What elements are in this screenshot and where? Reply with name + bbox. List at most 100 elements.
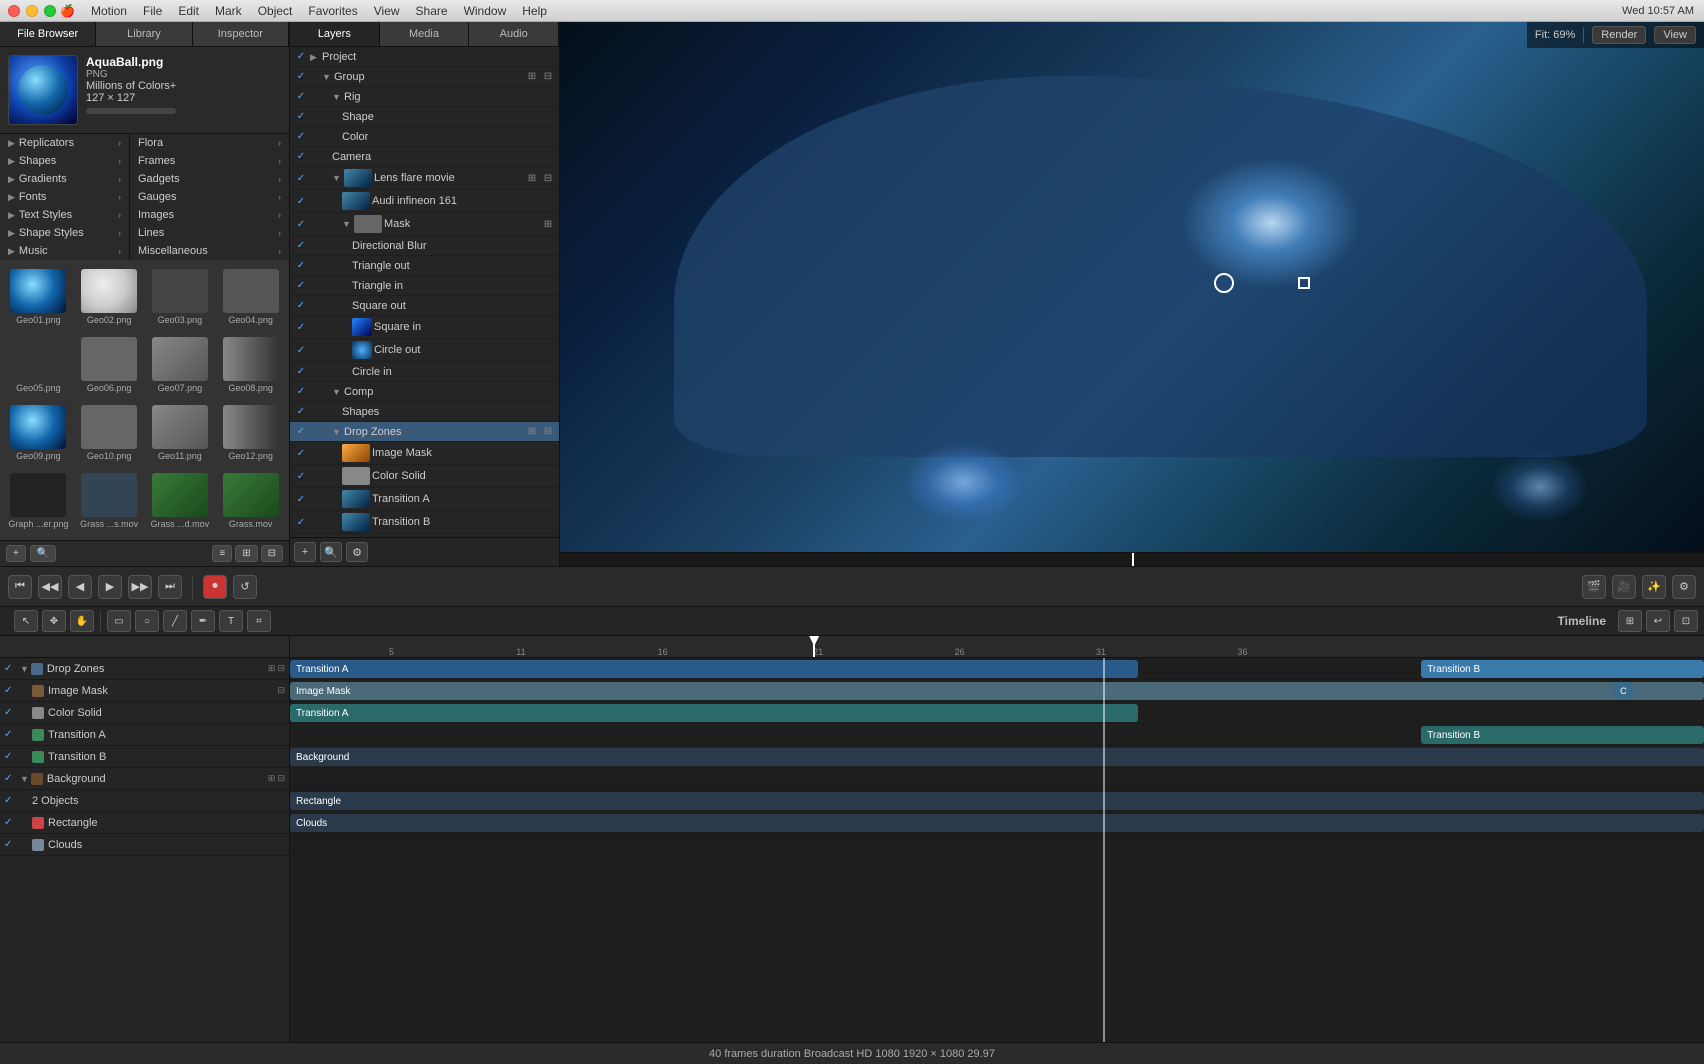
- thumb-item-8[interactable]: Geo09.png: [4, 400, 73, 466]
- tl-check[interactable]: ✓: [4, 795, 18, 806]
- layer-check[interactable]: ✓: [294, 217, 308, 231]
- layer-disclosure[interactable]: ▼: [322, 72, 332, 82]
- maximize-button[interactable]: [44, 5, 56, 17]
- lib-fonts[interactable]: ▶ Fonts ›: [0, 188, 129, 206]
- layer-color[interactable]: ✓ Color: [290, 127, 559, 147]
- thumb-item-15[interactable]: Grass.mov: [216, 468, 285, 534]
- thumb-item-14[interactable]: Grass ...d.mov: [146, 468, 215, 534]
- tl-check[interactable]: ✓: [4, 817, 18, 828]
- layer-disclosure[interactable]: ▼: [342, 219, 352, 229]
- layer-transition-b[interactable]: ✓ Transition B: [290, 511, 559, 534]
- tl-label-drop-zones[interactable]: ✓ ▼ Drop Zones ⊞ ⊟: [0, 658, 289, 680]
- thumb-item-2[interactable]: Geo03.png: [146, 264, 215, 330]
- list-view-button[interactable]: ≡: [212, 545, 232, 562]
- add-layer-button[interactable]: +: [294, 542, 316, 562]
- layer-check[interactable]: ✓: [294, 385, 308, 399]
- menu-view[interactable]: View: [374, 4, 400, 18]
- tab-layers[interactable]: Layers: [290, 22, 380, 46]
- bar-transition-a-sub[interactable]: Transition A: [290, 704, 1138, 722]
- thumb-item-6[interactable]: Geo07.png: [146, 332, 215, 398]
- circle-tool[interactable]: ○: [135, 610, 159, 632]
- loop-region-button[interactable]: ↩: [1646, 610, 1670, 632]
- layer-check[interactable]: ✓: [294, 70, 308, 84]
- tl-check[interactable]: ✓: [4, 729, 18, 740]
- thumb-item-5[interactable]: Geo06.png: [75, 332, 144, 398]
- layer-group[interactable]: ✓ ▼ Group ⊞ ⊟: [290, 67, 559, 87]
- layer-tri-out[interactable]: ✓ Triangle out: [290, 256, 559, 276]
- thumb-item-12[interactable]: Graph ...er.png: [4, 468, 73, 534]
- tl-check[interactable]: ✓: [4, 773, 18, 784]
- tab-media[interactable]: Media: [380, 22, 470, 46]
- thumb-item-11[interactable]: Geo12.png: [216, 400, 285, 466]
- tl-check[interactable]: ✓: [4, 663, 18, 674]
- layer-project[interactable]: ✓ ▶ Project: [290, 47, 559, 67]
- menu-help[interactable]: Help: [522, 4, 547, 18]
- pan-tool[interactable]: ✋: [70, 610, 94, 632]
- settings-button[interactable]: ⚙: [346, 542, 368, 562]
- tl-label-transition-a[interactable]: ✓ Transition A: [0, 724, 289, 746]
- select-tool[interactable]: ↖: [14, 610, 38, 632]
- layer-rig[interactable]: ✓ ▼ Rig: [290, 87, 559, 107]
- add-behavior-button[interactable]: 🎬: [1582, 575, 1606, 599]
- bar-clouds[interactable]: Clouds: [290, 814, 1704, 832]
- lib-gauges[interactable]: Gauges ›: [130, 188, 289, 206]
- lib-text-styles[interactable]: ▶ Text Styles ›: [0, 206, 129, 224]
- thumb-item-7[interactable]: Geo08.png: [216, 332, 285, 398]
- layer-check[interactable]: ✓: [294, 343, 308, 357]
- tl-label-color-solid[interactable]: ✓ Color Solid: [0, 702, 289, 724]
- disclosure[interactable]: ▼: [20, 774, 29, 784]
- layer-audi[interactable]: ✓ Audi infineon 161: [290, 190, 559, 213]
- go-to-end-button[interactable]: ⏭: [158, 575, 182, 599]
- layer-shape[interactable]: ✓ Shape: [290, 107, 559, 127]
- large-grid-button[interactable]: ⊟: [261, 545, 283, 562]
- tl-label-background[interactable]: ✓ ▼ Background ⊞ ⊟: [0, 768, 289, 790]
- layer-tri-in[interactable]: ✓ Triangle in: [290, 276, 559, 296]
- text-tool[interactable]: T: [219, 610, 243, 632]
- tl-label-2-objects[interactable]: ✓ 2 Objects: [0, 790, 289, 812]
- record-button[interactable]: ⏺: [203, 575, 227, 599]
- bar-transition-b[interactable]: Transition B: [1421, 660, 1704, 678]
- tl-label-transition-b[interactable]: ✓ Transition B: [0, 746, 289, 768]
- line-tool[interactable]: ╱: [163, 610, 187, 632]
- control-point-1[interactable]: [1214, 273, 1234, 293]
- thumb-item-1[interactable]: Geo02.png: [75, 264, 144, 330]
- disclosure[interactable]: ▼: [20, 664, 29, 674]
- tab-audio[interactable]: Audio: [469, 22, 559, 46]
- menu-mark[interactable]: Mark: [215, 4, 242, 18]
- layer-check[interactable]: ✓: [294, 279, 308, 293]
- tab-library[interactable]: Library: [96, 22, 192, 46]
- layer-circle-out[interactable]: ✓ Circle out: [290, 339, 559, 362]
- add-button[interactable]: +: [6, 545, 26, 562]
- layer-check[interactable]: ✓: [294, 90, 308, 104]
- transform-tool[interactable]: ✥: [42, 610, 66, 632]
- lib-lines[interactable]: Lines ›: [130, 224, 289, 242]
- lib-images[interactable]: Images ›: [130, 206, 289, 224]
- menu-favorites[interactable]: Favorites: [308, 4, 357, 18]
- render-button[interactable]: Render: [1592, 26, 1646, 44]
- lib-shapes[interactable]: ▶ Shapes ›: [0, 152, 129, 170]
- view-button[interactable]: View: [1654, 26, 1696, 44]
- layer-sq-out[interactable]: ✓ Square out: [290, 296, 559, 316]
- layer-check[interactable]: ✓: [294, 150, 308, 164]
- search-layers-button[interactable]: 🔍: [320, 542, 342, 562]
- lib-replicators[interactable]: ▶ Replicators ›: [0, 134, 129, 152]
- lib-miscellaneous[interactable]: Miscellaneous ›: [130, 242, 289, 260]
- close-button[interactable]: [8, 5, 20, 17]
- layer-circle-in[interactable]: ✓ Circle in: [290, 362, 559, 382]
- menu-file[interactable]: File: [143, 4, 162, 18]
- lib-gradients[interactable]: ▶ Gradients ›: [0, 170, 129, 188]
- grid-view-button[interactable]: ⊞: [235, 545, 257, 562]
- tl-label-clouds[interactable]: ✓ Clouds: [0, 834, 289, 856]
- lib-gadgets[interactable]: Gadgets ›: [130, 170, 289, 188]
- layer-check[interactable]: ✓: [294, 50, 308, 64]
- app-menu-motion[interactable]: Motion: [91, 4, 127, 18]
- bar-transition-b-sub[interactable]: Transition B: [1421, 726, 1704, 744]
- bar-image-mask[interactable]: Image Mask: [290, 682, 1704, 700]
- control-point-2[interactable]: [1298, 277, 1310, 289]
- apple-menu[interactable]: 🍎: [60, 4, 75, 18]
- tab-inspector[interactable]: Inspector: [193, 22, 289, 46]
- thumb-item-3[interactable]: Geo04.png: [216, 264, 285, 330]
- layer-check[interactable]: ✓: [294, 515, 308, 529]
- layer-check[interactable]: ✓: [294, 425, 308, 439]
- tl-check[interactable]: ✓: [4, 685, 18, 696]
